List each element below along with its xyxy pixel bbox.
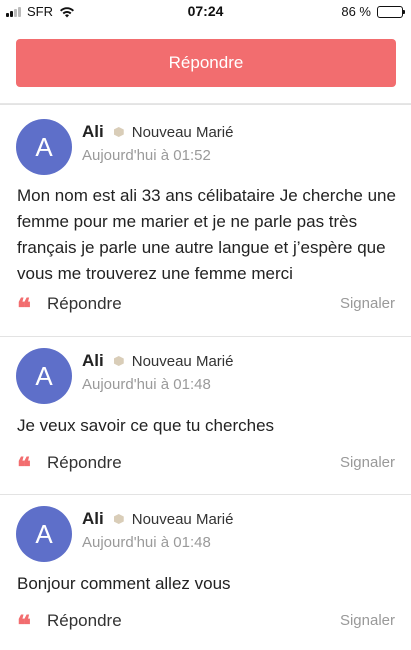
avatar[interactable]: A xyxy=(16,119,72,175)
comment-reply-button[interactable]: ❝ Répondre xyxy=(17,450,122,481)
report-link[interactable]: Signaler xyxy=(340,454,395,471)
hexagon-badge-icon xyxy=(113,514,124,524)
comment-list: A Ali Nouveau Marié Aujourd'hui à 01:52 … xyxy=(0,104,411,650)
avatar[interactable]: A xyxy=(16,506,72,562)
author-row: Ali Nouveau Marié xyxy=(82,509,233,529)
comment-reply-button[interactable]: ❝ Répondre xyxy=(17,291,122,322)
report-link[interactable]: Signaler xyxy=(340,295,395,312)
author-badge: Nouveau Marié xyxy=(131,510,234,528)
comment-reply-label: Répondre xyxy=(47,611,122,630)
comment-date: Aujourd'hui à 01:48 xyxy=(82,376,211,393)
author-badge: Nouveau Marié xyxy=(131,123,234,141)
comment-item: A Ali Nouveau Marié Aujourd'hui à 01:52 … xyxy=(0,104,411,336)
quote-icon: ❝ xyxy=(17,453,31,483)
reply-button[interactable]: Répondre xyxy=(16,39,396,87)
quote-icon: ❝ xyxy=(17,294,31,324)
author-name[interactable]: Ali xyxy=(82,509,104,529)
quote-icon: ❝ xyxy=(17,611,31,641)
battery-percent: 86 % xyxy=(341,4,371,19)
author-badge: Nouveau Marié xyxy=(131,352,234,370)
comment-item: A Ali Nouveau Marié Aujourd'hui à 01:48 … xyxy=(0,336,411,494)
author-row: Ali Nouveau Marié xyxy=(82,122,233,142)
comment-date: Aujourd'hui à 01:48 xyxy=(82,534,211,551)
comment-reply-label: Répondre xyxy=(47,294,122,313)
hexagon-badge-icon xyxy=(113,127,124,137)
status-right: 86 % xyxy=(341,4,405,19)
status-bar: SFR 07:24 86 % xyxy=(0,0,411,22)
comment-item: A Ali Nouveau Marié Aujourd'hui à 01:48 … xyxy=(0,494,411,650)
comment-text: Je veux savoir ce que tu cherches xyxy=(17,416,275,435)
author-name[interactable]: Ali xyxy=(82,122,104,142)
avatar[interactable]: A xyxy=(16,348,72,404)
author-row: Ali Nouveau Marié xyxy=(82,351,233,371)
comment-reply-button[interactable]: ❝ Répondre xyxy=(17,608,122,639)
comment-reply-label: Répondre xyxy=(47,453,122,472)
comment-text: Bonjour comment allez vous xyxy=(17,574,231,593)
author-name[interactable]: Ali xyxy=(82,351,104,371)
reply-header: Répondre xyxy=(0,22,411,104)
report-link[interactable]: Signaler xyxy=(340,612,395,629)
hexagon-badge-icon xyxy=(113,356,124,366)
comment-date: Aujourd'hui à 01:52 xyxy=(82,147,211,164)
battery-icon xyxy=(377,5,405,18)
comment-text: Mon nom est ali 33 ans célibataire Je ch… xyxy=(17,186,396,283)
